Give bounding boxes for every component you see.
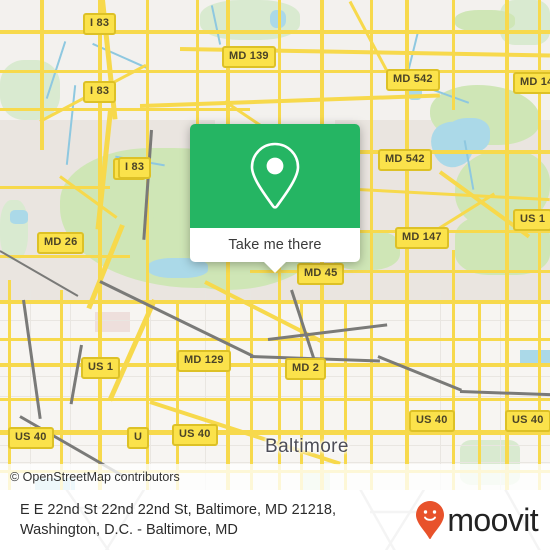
water-harbor-e [520,350,550,364]
route-shield: MD 147 [395,227,449,249]
route-shield: I 83 [118,157,152,179]
route-shield: US 1 [513,209,550,231]
highway-segment [98,0,102,490]
minor-street [30,290,31,490]
minor-street [150,290,151,490]
route-shield: MD 139 [222,46,276,68]
popup-pointer-tail [264,262,286,273]
moovit-pin-icon [416,501,445,539]
minor-street [0,396,550,397]
address-line-2: Washington, D.C. - Baltimore, MD [20,522,238,538]
footer-bar: E E 22nd St 22nd 22nd St, Baltimore, MD … [0,490,550,550]
green-patch-w [0,200,28,260]
screenshot-root: Baltimore I 83 MD 139 MD 542 MD 147 I 83 I 83… [0,0,550,550]
route-shield: MD 129 [177,350,231,372]
minor-street [440,290,441,490]
map-pin-icon [250,142,300,209]
highway-segment [60,290,63,490]
highway-segment [40,0,44,150]
moovit-logo[interactable]: moovit [415,500,539,540]
route-shield: MD 45 [297,263,345,285]
minor-street [500,290,501,490]
highway-segment [146,0,149,490]
highway-segment [452,250,455,490]
route-shield: I 83 [83,81,117,103]
highway-segment [0,186,110,189]
map-attribution-bar: © OpenStreetMap contributors [0,464,550,490]
route-shield: US 40 [409,410,455,432]
minor-street [0,462,550,463]
route-shield: MD 542 [378,149,432,171]
popup-icon-area [190,124,360,228]
route-shield: MD 542 [386,69,440,91]
route-shield: US 1 [81,357,121,379]
city-label-baltimore: Baltimore [265,436,349,457]
popup-action-bar[interactable]: Take me there [190,228,360,273]
route-shield: I 83 [83,13,117,35]
highway-segment [0,300,550,304]
moovit-wordmark: moovit [447,501,538,538]
location-popup-card[interactable]: Take me there [190,124,360,273]
route-shield: MD 147 [513,72,550,94]
highway-segment [370,0,373,490]
route-shield: US 40 [172,424,218,446]
green-patch-nw [0,60,60,120]
attribution-text: © OpenStreetMap contributors [10,470,180,484]
minor-street [205,290,206,490]
highway-us40 [0,430,550,435]
route-shield: US 40 [8,427,54,449]
take-me-there-label: Take me there [228,237,322,253]
minor-street [70,290,71,490]
highway-segment [0,108,250,111]
highway-segment [478,300,481,490]
highway-segment [8,280,11,490]
address-line-1: E E 22nd St 22nd 22nd St, Baltimore, MD … [20,502,336,518]
route-shield: U [127,427,150,449]
route-shield: US 40 [505,410,550,432]
route-shield: MD 26 [37,232,85,254]
water-small-w [10,210,28,224]
highway-segment [176,300,179,490]
route-shield: MD 2 [285,358,327,380]
highway-segment [250,300,253,490]
address-text: E E 22nd St 22nd 22nd St, Baltimore, MD … [20,500,336,540]
highway-segment [452,0,455,110]
highway-segment [196,0,199,140]
highway-segment [0,70,550,73]
highway-segment [0,398,550,401]
